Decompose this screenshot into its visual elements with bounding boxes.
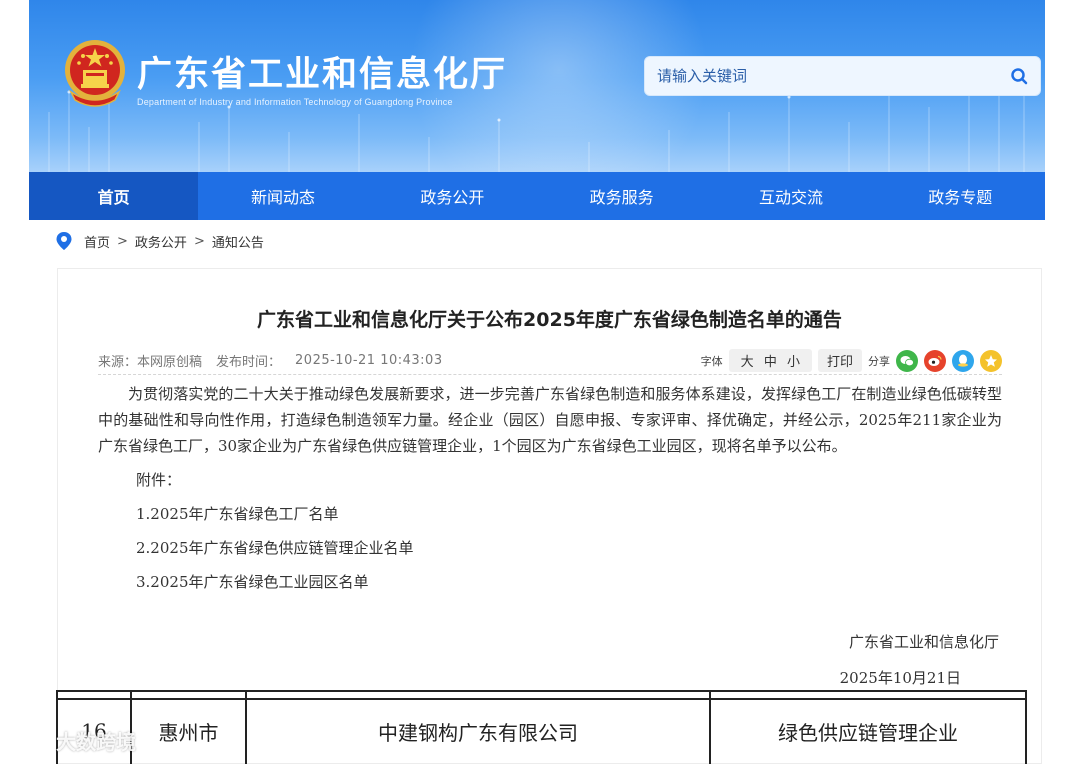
search-input[interactable] xyxy=(657,67,1010,85)
print-button[interactable]: 打印 xyxy=(817,349,862,372)
breadcrumb-separator: > xyxy=(193,233,205,249)
font-size-selector: 大 中 小 xyxy=(728,349,812,372)
font-size-large[interactable]: 大 xyxy=(741,355,754,370)
weibo-icon[interactable] xyxy=(924,349,946,372)
nav-item-interaction[interactable]: 互动交流 xyxy=(706,172,875,220)
main-nav: 首页 新闻动态 政务公开 政务服务 互动交流 政务专题 xyxy=(29,172,1045,220)
site-title: 广东省工业和信息化厅 xyxy=(137,55,508,95)
nav-item-topics[interactable]: 政务专题 xyxy=(876,172,1045,220)
font-size-label: 字体 xyxy=(700,354,723,368)
attachment-label: 附件： xyxy=(136,471,182,489)
article-body: 为贯彻落实党的二十大关于推动绿色发展新要求，进一步完善广东省绿色制造和服务体系建… xyxy=(98,381,1002,595)
table-cell-city: 惠州市 xyxy=(132,698,245,762)
article-tools: 字体 大 中 小 打印 分享 xyxy=(701,349,1002,372)
table-row: 16 惠州市 中建钢构广东有限公司 绿色供应链管理企业 xyxy=(56,690,1027,764)
table-cell-category: 绿色供应链管理企业 xyxy=(711,698,1025,762)
article-meta: 来源：本网原创稿 发布时间： 2025-10-21 10:43:03 字体 大 … xyxy=(98,347,1002,375)
nav-item-home[interactable]: 首页 xyxy=(29,172,199,220)
breadcrumb-home[interactable]: 首页 xyxy=(84,232,110,251)
font-size-medium[interactable]: 中 xyxy=(764,355,777,370)
location-pin-icon xyxy=(56,232,72,250)
breadcrumb-gov-affairs[interactable]: 政务公开 xyxy=(135,232,187,251)
watermark-logo-icon xyxy=(10,730,52,751)
signature-org: 广东省工业和信息化厅 xyxy=(848,633,999,651)
breadcrumb-notices[interactable]: 通知公告 xyxy=(212,232,264,251)
table-cell-company: 中建钢构广东有限公司 xyxy=(247,698,709,762)
site-subtitle: Department of Industry and Information T… xyxy=(137,97,453,107)
search-icon[interactable] xyxy=(1010,67,1028,85)
wechat-icon[interactable] xyxy=(896,349,918,372)
font-size-small[interactable]: 小 xyxy=(787,355,800,370)
article-title: 广东省工业和信息化厅关于公布2025年度广东省绿色制造名单的通告 xyxy=(257,309,842,331)
share-label: 分享 xyxy=(868,354,890,368)
watermark-text: 大数跨境 xyxy=(56,730,136,754)
article-lead-paragraph: 为贯彻落实党的二十大关于推动绿色发展新要求，进一步完善广东省绿色制造和服务体系建… xyxy=(98,385,1002,455)
search-box[interactable] xyxy=(644,56,1041,96)
breadcrumb: 首页 > 政务公开 > 通知公告 xyxy=(56,230,264,252)
nav-item-gov-affairs[interactable]: 政务公开 xyxy=(368,172,537,220)
attachment-link[interactable]: 3.2025年广东省绿色工业园区名单 xyxy=(136,569,1002,595)
breadcrumb-separator: > xyxy=(117,233,128,249)
publish-time-label: 发布时间： xyxy=(216,355,282,370)
site-header: 广东省工业和信息化厅 Department of Industry and In… xyxy=(29,0,1045,172)
table-divider xyxy=(1025,692,1027,764)
qq-icon[interactable] xyxy=(952,349,974,372)
watermark: 大数跨境 xyxy=(10,726,136,755)
attachment-link[interactable]: 1.2025年广东省绿色工厂名单 xyxy=(136,501,1002,527)
qzone-icon[interactable] xyxy=(980,349,1002,372)
publish-time: 2025-10-21 10:43:03 xyxy=(295,353,443,368)
article-source: 来源：本网原创稿 xyxy=(98,355,203,370)
nav-item-gov-services[interactable]: 政务服务 xyxy=(537,172,706,220)
attachment-link[interactable]: 2.2025年广东省绿色供应链管理企业名单 xyxy=(136,535,1002,561)
national-emblem-icon xyxy=(65,40,125,107)
signature-date: 2025年10月21日 xyxy=(839,669,961,687)
nav-item-news[interactable]: 新闻动态 xyxy=(198,172,367,220)
